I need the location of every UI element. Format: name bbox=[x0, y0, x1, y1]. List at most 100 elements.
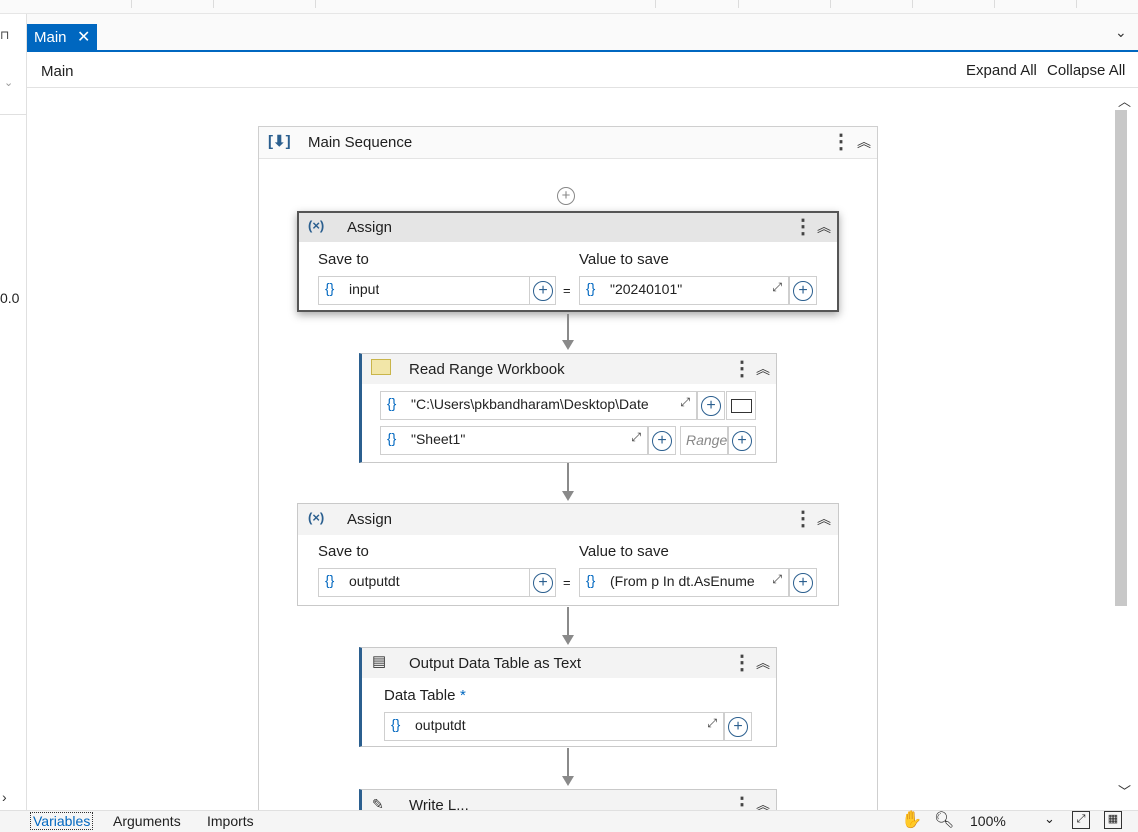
assign-1-value-plus-icon[interactable]: + bbox=[793, 281, 813, 301]
output-dt-menu-icon[interactable]: ⋮ bbox=[732, 653, 752, 673]
assign-1-save-to-field[interactable]: {} input bbox=[318, 276, 530, 305]
brace-icon: {} bbox=[387, 395, 397, 411]
assign-icon: (×) bbox=[308, 510, 325, 525]
connector-arrowhead bbox=[562, 491, 574, 501]
excel-range-icon bbox=[371, 359, 391, 375]
scroll-down-icon[interactable]: ﹀ bbox=[1118, 781, 1131, 800]
output-dt-header: ▤ Output Data Table as Text ⋮ ︽ bbox=[362, 648, 776, 678]
output-dt-label: Data Table bbox=[384, 687, 456, 704]
assign-2-value-label: Value to save bbox=[579, 543, 669, 560]
read-range-header: Read Range Workbook ⋮ ︽ bbox=[362, 354, 776, 384]
assign-1-menu-icon[interactable]: ⋮ bbox=[793, 217, 813, 237]
top-toolbar-strip bbox=[0, 0, 1138, 14]
brace-icon: {} bbox=[586, 572, 596, 588]
write-line-menu-icon[interactable]: ⋮ bbox=[732, 795, 752, 810]
pen-icon: ✎ bbox=[372, 796, 384, 810]
brace-icon: {} bbox=[325, 572, 335, 588]
tab-main-label: Main bbox=[34, 29, 67, 46]
browse-folder-button[interactable] bbox=[726, 391, 756, 420]
assign-1-collapse-icon[interactable]: ︽ bbox=[817, 217, 831, 237]
data-table-icon: ▤ bbox=[372, 653, 387, 670]
brace-icon: {} bbox=[325, 280, 335, 296]
breadcrumb[interactable]: Main bbox=[41, 63, 74, 80]
assign-activity-2[interactable]: (×) Assign ⋮ ︽ Save to Value to save {} … bbox=[297, 503, 839, 606]
zoom-level[interactable]: 100% bbox=[970, 813, 1006, 829]
close-icon[interactable]: ✕ bbox=[77, 27, 90, 47]
expand-editor-icon[interactable]: ⤢ bbox=[772, 280, 782, 295]
assign-icon: (×) bbox=[308, 218, 325, 233]
insert-activity-plus-icon[interactable]: + bbox=[557, 187, 575, 205]
expand-editor-icon[interactable]: ⤢ bbox=[680, 395, 690, 410]
status-bar: Variables Arguments Imports ✋ 🔍︎ 100% ⌄ … bbox=[0, 810, 1138, 832]
expand-left-icon[interactable]: › bbox=[2, 789, 7, 805]
output-dt-field[interactable]: {} outputdt ⤢ bbox=[384, 712, 724, 741]
folder-icon bbox=[731, 399, 752, 413]
scrollbar-thumb[interactable] bbox=[1115, 110, 1127, 606]
hand-pan-icon[interactable]: ✋ bbox=[901, 810, 922, 830]
connector-arrowhead bbox=[562, 776, 574, 786]
read-range-title: Read Range Workbook bbox=[409, 361, 565, 378]
sequence-collapse-icon[interactable]: ︽ bbox=[857, 132, 871, 152]
scroll-down-icon[interactable]: ⌄ bbox=[4, 76, 13, 89]
designer-canvas[interactable]: [⬇] Main Sequence ⋮ ︽ + (×) Assign ⋮ ︽ S… bbox=[27, 89, 1113, 810]
assign-2-value-field[interactable]: {} (From p In dt.AsEnume ⤢ bbox=[579, 568, 789, 597]
variables-tab[interactable]: Variables bbox=[30, 812, 94, 830]
connector-arrow bbox=[567, 748, 569, 776]
tab-main[interactable]: Main ✕ bbox=[27, 24, 97, 52]
required-mark: * bbox=[460, 687, 466, 704]
pin-icon[interactable]: ⊓ bbox=[0, 28, 9, 42]
assign-2-equals: = bbox=[563, 575, 571, 590]
read-range-range-plus-icon[interactable]: + bbox=[732, 431, 752, 451]
expand-editor-icon[interactable]: ⤢ bbox=[772, 572, 782, 587]
write-line-activity-partial[interactable]: ✎ Write L... ⋮ ︽ bbox=[359, 789, 777, 810]
output-dt-plus-icon[interactable]: + bbox=[728, 717, 748, 737]
expand-editor-icon[interactable]: ⤢ bbox=[707, 716, 717, 731]
arguments-tab[interactable]: Arguments bbox=[113, 813, 181, 829]
output-dt-title: Output Data Table as Text bbox=[409, 655, 582, 672]
assign-2-save-to-field[interactable]: {} outputdt bbox=[318, 568, 530, 597]
overview-map-icon[interactable]: ▦ bbox=[1104, 811, 1122, 829]
assign-2-title: Assign bbox=[347, 511, 393, 528]
assign-activity-1[interactable]: (×) Assign ⋮ ︽ Save to Value to save {} … bbox=[297, 211, 839, 312]
output-dt-collapse-icon[interactable]: ︽ bbox=[756, 653, 770, 673]
connector-arrow bbox=[567, 463, 569, 491]
read-range-collapse-icon[interactable]: ︽ bbox=[756, 359, 770, 379]
read-range-workbook-activity[interactable]: Read Range Workbook ⋮ ︽ {} "C:\Users\pkb… bbox=[359, 353, 777, 463]
assign-1-equals: = bbox=[563, 283, 571, 298]
zoom-dropdown-chevron-icon[interactable]: ⌄ bbox=[1044, 811, 1055, 827]
assign-1-header: (×) Assign ⋮ ︽ bbox=[299, 213, 837, 242]
left-panel: ⊓ ⌄ 0.0 › bbox=[0, 14, 27, 810]
tab-list-chevron-icon[interactable]: ⌄ bbox=[1115, 24, 1127, 41]
assign-2-menu-icon[interactable]: ⋮ bbox=[793, 509, 813, 529]
collapse-all-button[interactable]: Collapse All bbox=[1047, 62, 1125, 79]
read-range-path-plus-icon[interactable]: + bbox=[701, 396, 721, 416]
assign-1-save-to-label: Save to bbox=[318, 251, 369, 268]
assign-2-save-to-plus-icon[interactable]: + bbox=[533, 573, 553, 593]
sequence-icon: [⬇] bbox=[268, 133, 291, 150]
brace-icon: {} bbox=[586, 280, 596, 296]
expand-all-button[interactable]: Expand All bbox=[966, 62, 1037, 79]
brace-icon: {} bbox=[387, 430, 397, 446]
zoom-search-icon[interactable]: 🔍︎ bbox=[934, 810, 954, 830]
read-range-menu-icon[interactable]: ⋮ bbox=[732, 359, 752, 379]
main-sequence-header: [⬇] Main Sequence ⋮ ︽ bbox=[259, 127, 877, 159]
read-range-range-field[interactable]: Range bbox=[680, 426, 728, 455]
assign-1-value-field[interactable]: {} "20240101" ⤢ bbox=[579, 276, 789, 305]
read-range-sheet-plus-icon[interactable]: + bbox=[652, 431, 672, 451]
read-range-path-field[interactable]: {} "C:\Users\pkbandharam\Desktop\Date ⤢ bbox=[380, 391, 697, 420]
assign-1-value-label: Value to save bbox=[579, 251, 669, 268]
brace-icon: {} bbox=[391, 716, 401, 732]
assign-2-value-plus-icon[interactable]: + bbox=[793, 573, 813, 593]
assign-2-collapse-icon[interactable]: ︽ bbox=[817, 509, 831, 529]
fit-to-screen-icon[interactable]: ⤢ bbox=[1072, 811, 1090, 829]
imports-tab[interactable]: Imports bbox=[207, 813, 254, 829]
expand-editor-icon[interactable]: ⤢ bbox=[631, 430, 641, 445]
range-placeholder: Range bbox=[686, 432, 728, 448]
read-range-sheet-field[interactable]: {} "Sheet1" ⤢ bbox=[380, 426, 648, 455]
write-line-collapse-icon[interactable]: ︽ bbox=[756, 795, 770, 810]
scroll-up-icon[interactable]: ︿ bbox=[1118, 91, 1131, 110]
document-tab-bar: ⌄ bbox=[27, 14, 1138, 52]
sequence-menu-icon[interactable]: ⋮ bbox=[831, 132, 851, 152]
output-data-table-activity[interactable]: ▤ Output Data Table as Text ⋮ ︽ Data Tab… bbox=[359, 647, 777, 747]
assign-1-save-to-plus-icon[interactable]: + bbox=[533, 281, 553, 301]
